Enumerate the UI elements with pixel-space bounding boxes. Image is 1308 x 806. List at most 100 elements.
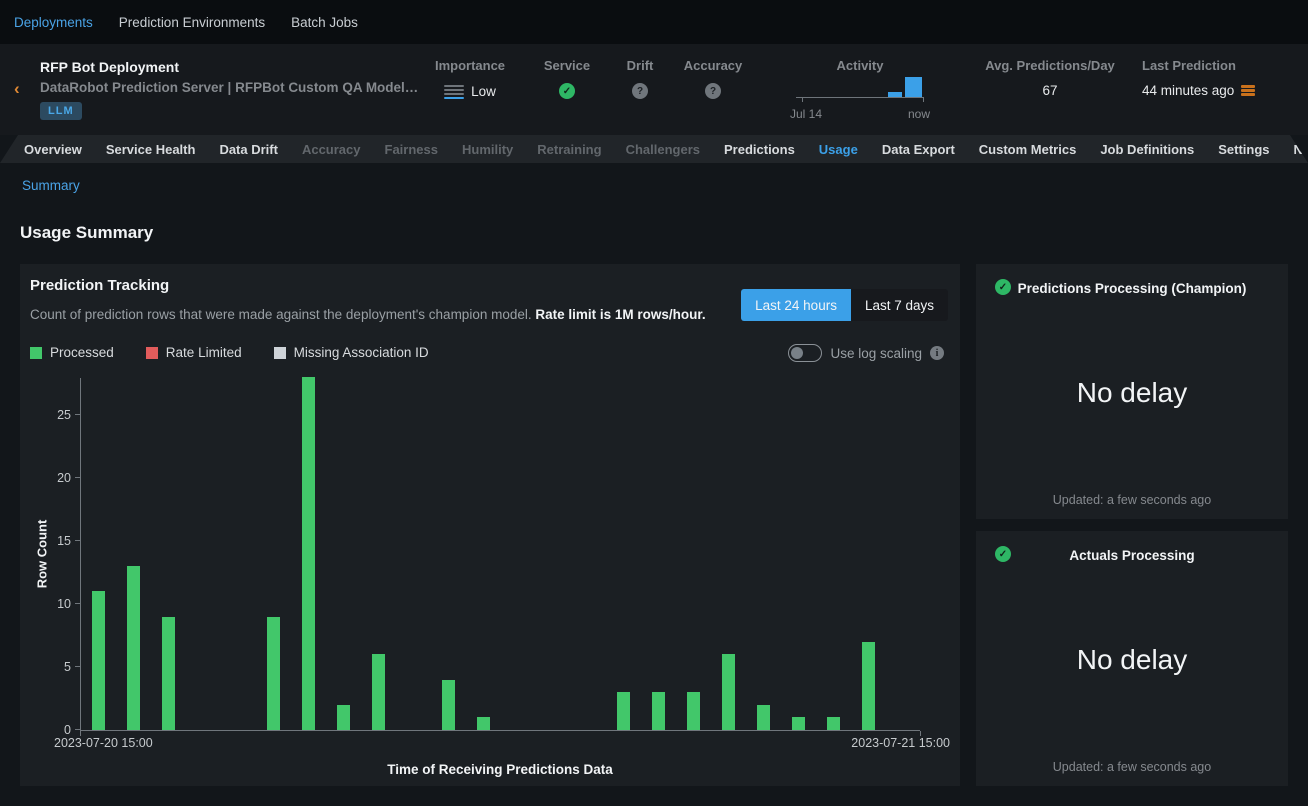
predictions-processing-panel: ✓ Predictions Processing (Champion) No d… — [976, 264, 1288, 519]
tab-accuracy: Accuracy — [302, 142, 361, 157]
top-navigation: Deployments Prediction Environments Batc… — [0, 0, 1308, 44]
tab-challengers: Challengers — [626, 142, 700, 157]
rate-limited-swatch-icon — [146, 347, 158, 359]
service-label: Service — [537, 58, 597, 73]
row-count-bar-chart: 0510152025 — [80, 378, 920, 731]
actuals-processing-title: Actuals Processing — [976, 548, 1288, 563]
processed-swatch-icon — [30, 347, 42, 359]
tab-custom-metrics[interactable]: Custom Metrics — [979, 142, 1077, 157]
tab-predictions[interactable]: Predictions — [724, 142, 795, 157]
avg-predictions-value: 67 — [1042, 83, 1057, 98]
y-tick-mark — [75, 666, 80, 667]
last-prediction-value: 44 minutes ago — [1142, 83, 1234, 98]
deployment-title: RFP Bot Deployment — [40, 59, 179, 75]
y-tick-mark — [75, 603, 80, 604]
activity-bar-small — [888, 92, 902, 97]
time-range-toggle-group: Last 24 hours Last 7 days — [741, 289, 948, 321]
nav-item-prediction-environments[interactable]: Prediction Environments — [119, 15, 265, 30]
activity-start-label: Jul 14 — [790, 107, 822, 121]
deployment-tabs: Overview Service Health Data Drift Accur… — [0, 135, 1308, 163]
legend-missing-association-id-label: Missing Association ID — [294, 345, 429, 360]
last-prediction-queue-icon[interactable] — [1241, 84, 1255, 98]
page-title: Usage Summary — [20, 223, 153, 243]
y-tick-label: 15 — [37, 534, 71, 548]
last-24-hours-button[interactable]: Last 24 hours — [741, 289, 851, 321]
x-axis-start-label: 2023-07-20 15:00 — [54, 736, 153, 750]
y-axis-title: Row Count — [35, 520, 50, 589]
log-scaling-control: Use log scaling i — [788, 344, 944, 362]
y-tick-label: 20 — [37, 471, 71, 485]
content-area: Summary Usage Summary Prediction Trackin… — [0, 163, 1308, 806]
activity-sparkline — [796, 77, 924, 103]
actuals-processing-panel: ✓ Actuals Processing No delay Updated: a… — [976, 531, 1288, 786]
legend-rate-limited-label: Rate Limited — [166, 345, 242, 360]
chart-bar — [652, 692, 665, 730]
nav-item-deployments[interactable]: Deployments — [14, 15, 93, 30]
prediction-tracking-card: Prediction Tracking Count of prediction … — [20, 264, 960, 786]
chart-bar — [162, 617, 175, 730]
chart-bar — [372, 654, 385, 730]
y-tick-mark — [75, 414, 80, 415]
back-chevron-icon[interactable]: ‹ — [14, 80, 20, 97]
importance-value: Low — [471, 84, 496, 99]
y-tick-label: 10 — [37, 597, 71, 611]
chart-bar — [477, 717, 490, 730]
metric-importance: Importance Low — [432, 58, 508, 101]
tab-settings[interactable]: Settings — [1218, 142, 1269, 157]
legend-item-processed: Processed — [30, 345, 114, 360]
tab-notifications[interactable]: Notifications — [1294, 142, 1308, 157]
chart-bar — [302, 377, 315, 730]
tab-job-definitions[interactable]: Job Definitions — [1100, 142, 1194, 157]
metric-service: Service ✓ — [537, 58, 597, 99]
tab-overview[interactable]: Overview — [24, 142, 82, 157]
summary-breadcrumb-link[interactable]: Summary — [22, 178, 80, 193]
chart-bar — [617, 692, 630, 730]
drift-unknown-icon[interactable]: ? — [632, 83, 648, 99]
tab-usage[interactable]: Usage — [819, 142, 858, 157]
y-tick-mark — [75, 477, 80, 478]
tab-service-health[interactable]: Service Health — [106, 142, 196, 157]
metric-drift: Drift ? — [613, 58, 667, 99]
chart-bar — [687, 692, 700, 730]
chart-bar — [722, 654, 735, 730]
description-text: Count of prediction rows that were made … — [30, 307, 532, 322]
app-window: Deployments Prediction Environments Batc… — [0, 0, 1308, 806]
accuracy-label: Accuracy — [679, 58, 747, 73]
actuals-processing-updated: Updated: a few seconds ago — [976, 760, 1288, 774]
importance-low-icon — [444, 83, 464, 101]
accuracy-unknown-icon[interactable]: ? — [705, 83, 721, 99]
metric-avg-predictions: Avg. Predictions/Day 67 — [975, 58, 1125, 98]
metric-accuracy: Accuracy ? — [679, 58, 747, 99]
chart-bar — [267, 617, 280, 730]
actuals-processing-status: No delay — [976, 644, 1288, 676]
info-icon[interactable]: i — [930, 346, 944, 360]
legend-item-missing-association-id: Missing Association ID — [274, 345, 429, 360]
activity-bar-large — [905, 77, 922, 97]
predictions-processing-status: No delay — [976, 377, 1288, 409]
tab-fairness: Fairness — [385, 142, 438, 157]
prediction-tracking-title: Prediction Tracking — [30, 277, 169, 294]
tab-retraining: Retraining — [537, 142, 601, 157]
nav-item-batch-jobs[interactable]: Batch Jobs — [291, 15, 358, 30]
log-scaling-toggle[interactable] — [788, 344, 822, 362]
chart-bar — [92, 591, 105, 730]
chart-bar — [337, 705, 350, 730]
y-tick-label: 0 — [37, 723, 71, 737]
tab-data-export[interactable]: Data Export — [882, 142, 955, 157]
activity-label: Activity — [790, 58, 930, 73]
chart-bar — [757, 705, 770, 730]
chart-legend: Processed Rate Limited Missing Associati… — [30, 345, 429, 360]
tab-data-drift[interactable]: Data Drift — [219, 142, 278, 157]
rate-limit-text: Rate limit is 1M rows/hour. — [535, 307, 705, 322]
toggle-knob — [791, 347, 803, 359]
importance-label: Importance — [432, 58, 508, 73]
y-tick-label: 5 — [37, 660, 71, 674]
service-ok-icon: ✓ — [559, 83, 575, 99]
last-7-days-button[interactable]: Last 7 days — [851, 289, 948, 321]
predictions-processing-updated: Updated: a few seconds ago — [976, 493, 1288, 507]
y-tick-mark — [75, 729, 80, 730]
prediction-tracking-description: Count of prediction rows that were made … — [30, 307, 706, 322]
deployment-subtitle: DataRobot Prediction Server | RFPBot Cus… — [40, 80, 418, 95]
chart-bar — [792, 717, 805, 730]
y-tick-mark — [75, 540, 80, 541]
